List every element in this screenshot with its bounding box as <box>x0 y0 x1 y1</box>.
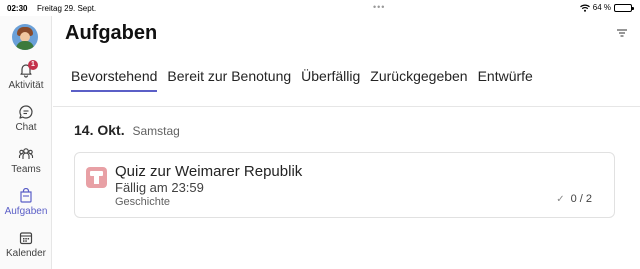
page-title: Aufgaben <box>65 22 158 44</box>
assignment-icon <box>86 167 107 188</box>
rail-item-assignments[interactable]: Aufgaben <box>0 188 52 217</box>
tab-drafts[interactable]: Entwürfe <box>478 68 533 92</box>
assignments-icon <box>20 188 32 203</box>
status-time: 02:30 <box>7 4 28 13</box>
teams-icon <box>18 148 34 159</box>
calendar-icon <box>19 232 33 245</box>
activity-badge: 1 <box>28 60 38 70</box>
rail-item-calendar[interactable]: Kalender <box>0 230 52 259</box>
app-rail: 1 Aktivität Chat Teams Aufgaben Kalender <box>0 16 52 269</box>
multitasking-dots-icon[interactable]: ••• <box>373 2 385 12</box>
tab-overdue[interactable]: Überfällig <box>301 68 360 92</box>
assignment-title: Quiz zur Weimarer Republik <box>115 163 303 180</box>
battery-icon <box>614 3 634 12</box>
date-weekday: Samstag <box>132 124 180 138</box>
rail-item-activity[interactable]: 1 Aktivität <box>0 60 52 91</box>
rail-item-teams[interactable]: Teams <box>0 146 52 175</box>
tab-bar: Bevorstehend Bereit zur Benotung Überfäl… <box>71 68 533 92</box>
score-value: 0 / 2 <box>570 193 592 205</box>
status-right: 64 % <box>579 3 634 12</box>
tab-divider <box>53 106 640 107</box>
check-icon: ✓ <box>556 193 565 205</box>
status-date: Freitag 29. Sept. <box>37 4 97 13</box>
rail-item-label: Teams <box>11 164 41 175</box>
tab-returned[interactable]: Zurückgegeben <box>370 68 467 92</box>
date-day: 14. Okt. <box>74 122 125 138</box>
main-content: Aufgaben Bevorstehend Bereit zur Benotun… <box>53 16 640 269</box>
filter-icon[interactable] <box>616 28 628 38</box>
rail-item-label: Aufgaben <box>4 206 48 217</box>
date-heading: 14. Okt. Samstag <box>74 122 180 138</box>
chat-icon <box>19 105 33 119</box>
rail-item-chat[interactable]: Chat <box>0 104 52 133</box>
battery-percent: 64 % <box>592 3 611 12</box>
rail-item-label: Kalender <box>5 248 47 259</box>
rail-item-label: Aktivität <box>8 80 44 91</box>
avatar[interactable] <box>12 24 38 50</box>
assignment-due: Fällig am 23:59 <box>115 180 204 195</box>
tab-ready-to-grade[interactable]: Bereit zur Benotung <box>167 68 291 92</box>
status-bar: 02:30 Freitag 29. Sept. ••• 64 % <box>0 0 640 16</box>
wifi-icon <box>579 4 590 12</box>
tab-upcoming[interactable]: Bevorstehend <box>71 68 158 92</box>
assignment-card[interactable]: Quiz zur Weimarer Republik Fällig am 23:… <box>74 152 615 218</box>
assignment-class: Geschichte <box>115 196 171 208</box>
rail-item-label: Chat <box>15 122 37 133</box>
assignment-score: ✓ 0 / 2 <box>556 193 592 205</box>
